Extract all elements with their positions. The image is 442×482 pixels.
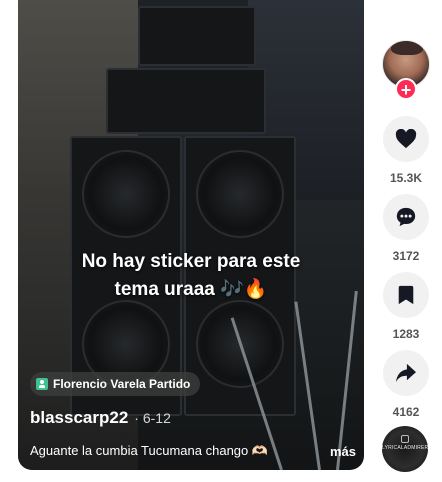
video-caption-overlay: No hay sticker para este tema uraaa 🎶🔥 [18, 248, 364, 304]
speaker-cone [82, 150, 170, 238]
save-count: 1283 [392, 327, 420, 341]
comment-button[interactable] [383, 194, 429, 240]
share-count: 4162 [392, 405, 420, 419]
like-button[interactable] [383, 116, 429, 162]
caption-line-1: No hay sticker para este [81, 251, 301, 272]
save-action: 1283 [380, 272, 432, 341]
like-count: 15.3K [389, 171, 423, 185]
more-button[interactable]: más [330, 444, 356, 459]
location-pin-icon [36, 378, 48, 390]
video-description: Aguante la cumbia Tucumana chango 🫶🏻 [30, 443, 269, 458]
bookmark-icon [398, 285, 414, 305]
speaker-cabinet-top [138, 6, 256, 66]
music-disc-label: LYRICALADMIRER [382, 445, 429, 451]
share-button[interactable] [383, 350, 429, 396]
video-player[interactable]: No hay sticker para este tema uraaa 🎶🔥 F… [18, 0, 364, 470]
share-action: 4162 [380, 350, 432, 419]
comment-icon [396, 207, 416, 227]
save-button[interactable] [383, 272, 429, 318]
tiktok-feed-item: No hay sticker para este tema uraaa 🎶🔥 F… [0, 0, 442, 482]
post-date: · 6-12 [134, 410, 171, 426]
location-label: Florencio Varela Partido [53, 377, 191, 391]
comment-action: 3172 [380, 194, 432, 263]
music-disc[interactable]: LYRICALADMIRER [382, 426, 428, 472]
description-row: Aguante la cumbia Tucumana chango 🫶🏻 más [30, 443, 356, 459]
speaker-cabinet-mid [106, 68, 266, 134]
speaker-cone [196, 150, 284, 238]
location-tag[interactable]: Florencio Varela Partido [30, 372, 201, 396]
author-username[interactable]: blasscarp22 [30, 408, 128, 428]
caption-line-2: tema uraaa 🎶🔥 [114, 279, 268, 300]
action-rail: + 15.3K 3172 1283 4162 LYRICALADMIRER [378, 0, 442, 482]
like-action: 15.3K [380, 116, 432, 185]
heart-icon [395, 129, 417, 149]
share-arrow-icon [396, 363, 416, 383]
follow-button[interactable]: + [395, 78, 417, 100]
music-note-icon [401, 435, 409, 443]
author-row: blasscarp22 · 6-12 [30, 408, 171, 428]
comment-count: 3172 [392, 249, 420, 263]
